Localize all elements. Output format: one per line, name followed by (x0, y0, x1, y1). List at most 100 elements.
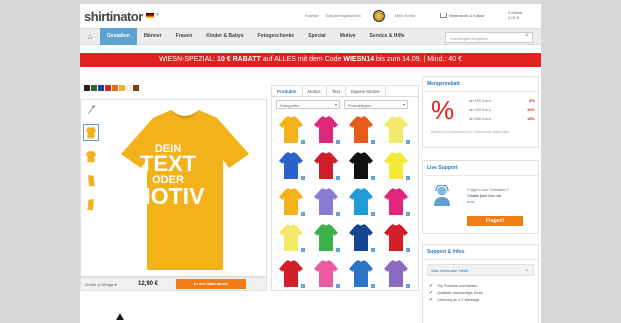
cart-sum: 0,00 € (508, 15, 520, 20)
product-tile[interactable]: i (276, 113, 306, 147)
support-infos-box: Support & Infos Was shirtinator bietet ⌄ … (422, 244, 539, 323)
left-sleeve-thumb[interactable] (83, 172, 99, 189)
home-icon[interactable]: ⌂ (80, 28, 100, 45)
product-tile[interactable]: i (311, 185, 341, 219)
product-tile[interactable]: i (311, 257, 341, 290)
info-icon[interactable]: i (371, 212, 375, 216)
info-icon[interactable]: i (336, 176, 340, 180)
nav-item-gestalten[interactable]: Gestalten (100, 28, 137, 45)
nav-item-special[interactable]: Special (301, 28, 333, 45)
tab-produkte[interactable]: Produkte (272, 86, 303, 96)
color-swatch[interactable] (126, 85, 132, 91)
shirt-line-2: TEXT (139, 151, 197, 177)
benefits-accordion[interactable]: Was shirtinator bietet ⌄ (427, 264, 534, 276)
contact-link[interactable]: Kontakt (305, 13, 319, 18)
promo-banner[interactable]: WIESN-SPEZIAL: 10 € RABATT auf ALLES mit… (80, 53, 541, 67)
language-dropdown[interactable]: ▾ (156, 12, 159, 18)
product-tile[interactable]: i (346, 185, 376, 219)
info-icon[interactable]: i (336, 212, 340, 216)
product-tile[interactable]: i (276, 185, 306, 219)
tab-eigene-motive[interactable]: Eigene Motive (346, 86, 386, 96)
cart-total[interactable]: 0 Artikel 0,00 € (508, 10, 522, 20)
info-icon[interactable]: i (371, 284, 375, 288)
product-tile[interactable]: i (276, 221, 306, 255)
cart-link[interactable]: Warenkorb & Kasse (440, 13, 484, 19)
tab-motive[interactable]: Motive (303, 86, 327, 96)
tool-icon[interactable] (83, 102, 99, 119)
info-icon[interactable]: i (301, 140, 305, 144)
product-type-select[interactable]: Produkttypen ▾ (344, 100, 408, 109)
check-icon: ✔ (429, 296, 434, 303)
tier-value: 15% (526, 116, 535, 121)
info-icon[interactable]: i (371, 176, 375, 180)
info-icon[interactable]: i (406, 284, 410, 288)
nav-item-maenner[interactable]: Männer (137, 28, 169, 45)
color-swatch[interactable] (119, 85, 125, 91)
product-tile[interactable]: i (311, 221, 341, 255)
product-tile[interactable]: i (276, 149, 306, 183)
product-tile[interactable]: i (381, 113, 411, 147)
flag-icon[interactable] (146, 13, 154, 18)
promo-pre: WIESN-SPEZIAL: (159, 56, 218, 63)
product-tile[interactable]: i (381, 185, 411, 219)
info-icon[interactable]: i (301, 212, 305, 216)
product-tile[interactable]: i (346, 257, 376, 290)
back-view-thumb[interactable] (83, 148, 99, 165)
catalog-panel: Produkte Motive Text Eigene Motive Kateg… (271, 85, 419, 291)
product-tile[interactable]: i (381, 149, 411, 183)
color-swatch[interactable] (112, 85, 118, 91)
color-swatches (84, 85, 139, 91)
color-swatch[interactable] (84, 85, 90, 91)
size-quantity-dropdown[interactable]: Größe & Menge ▾ (81, 282, 138, 287)
category-select[interactable]: Kategorien ▾ (276, 100, 340, 109)
mouse-cursor-icon (116, 313, 124, 320)
tab-text[interactable]: Text (327, 86, 347, 96)
product-tile[interactable]: i (381, 221, 411, 255)
info-icon[interactable]: i (301, 284, 305, 288)
nav-item-motive[interactable]: Motive (333, 28, 363, 45)
trust-seal-icon[interactable] (373, 10, 385, 22)
product-tile[interactable]: i (346, 149, 376, 183)
info-icon[interactable]: i (406, 212, 410, 216)
info-icon[interactable]: i (301, 248, 305, 252)
gift-voucher-link[interactable]: Geschenkgutschein (326, 13, 361, 18)
product-tile[interactable]: i (346, 221, 376, 255)
color-swatch[interactable] (91, 85, 97, 91)
info-icon[interactable]: i (301, 176, 305, 180)
benefit-text: Lieferung ca. 4-7 Werktage (437, 297, 480, 302)
info-icon[interactable]: i (371, 248, 375, 252)
designer-panel: DEIN TEXT ODER MOTIV (80, 99, 267, 277)
benefit-item: ✔ Qualitativ hochwertiger Druck (429, 289, 532, 296)
support-link[interactable]: uns! (467, 199, 533, 205)
nav-item-frauen[interactable]: Frauen (169, 28, 200, 45)
logo[interactable]: shirtinator (84, 9, 143, 24)
info-icon[interactable]: i (406, 248, 410, 252)
info-icon[interactable]: i (406, 176, 410, 180)
front-view-thumb[interactable] (83, 124, 99, 141)
info-icon[interactable]: i (336, 284, 340, 288)
nav-item-service[interactable]: Service & Hilfe (363, 28, 412, 45)
color-swatch[interactable] (98, 85, 104, 91)
product-tile[interactable]: i (381, 257, 411, 290)
info-icon[interactable]: i (406, 140, 410, 144)
color-swatch[interactable] (133, 85, 139, 91)
info-icon[interactable]: i (336, 248, 340, 252)
product-tile[interactable]: i (311, 149, 341, 183)
add-to-cart-button[interactable]: In den Warenkorb (176, 279, 246, 289)
info-icon[interactable]: i (371, 140, 375, 144)
nav-item-fotogeschenke[interactable]: Fotogeschenke (250, 28, 301, 45)
product-tile[interactable]: i (311, 113, 341, 147)
right-sleeve-thumb[interactable] (83, 196, 99, 213)
ask-button[interactable]: Fragen! (467, 216, 523, 226)
shirt-design-text[interactable]: DEIN TEXT ODER MOTIV (123, 143, 213, 208)
account-links: Mein Konto (395, 13, 415, 18)
search-icon[interactable]: ⌕ (525, 32, 529, 40)
product-tile[interactable]: i (346, 113, 376, 147)
nav-item-kinder[interactable]: Kinder & Babys (199, 28, 250, 45)
my-account-link[interactable]: Mein Konto (395, 13, 415, 18)
color-swatch[interactable] (105, 85, 111, 91)
product-tile[interactable]: i (276, 257, 306, 290)
info-icon[interactable]: i (336, 140, 340, 144)
search-input[interactable]: Suchbegriff eingeben (445, 32, 533, 43)
catalog-tabs: Produkte Motive Text Eigene Motive (272, 86, 418, 97)
